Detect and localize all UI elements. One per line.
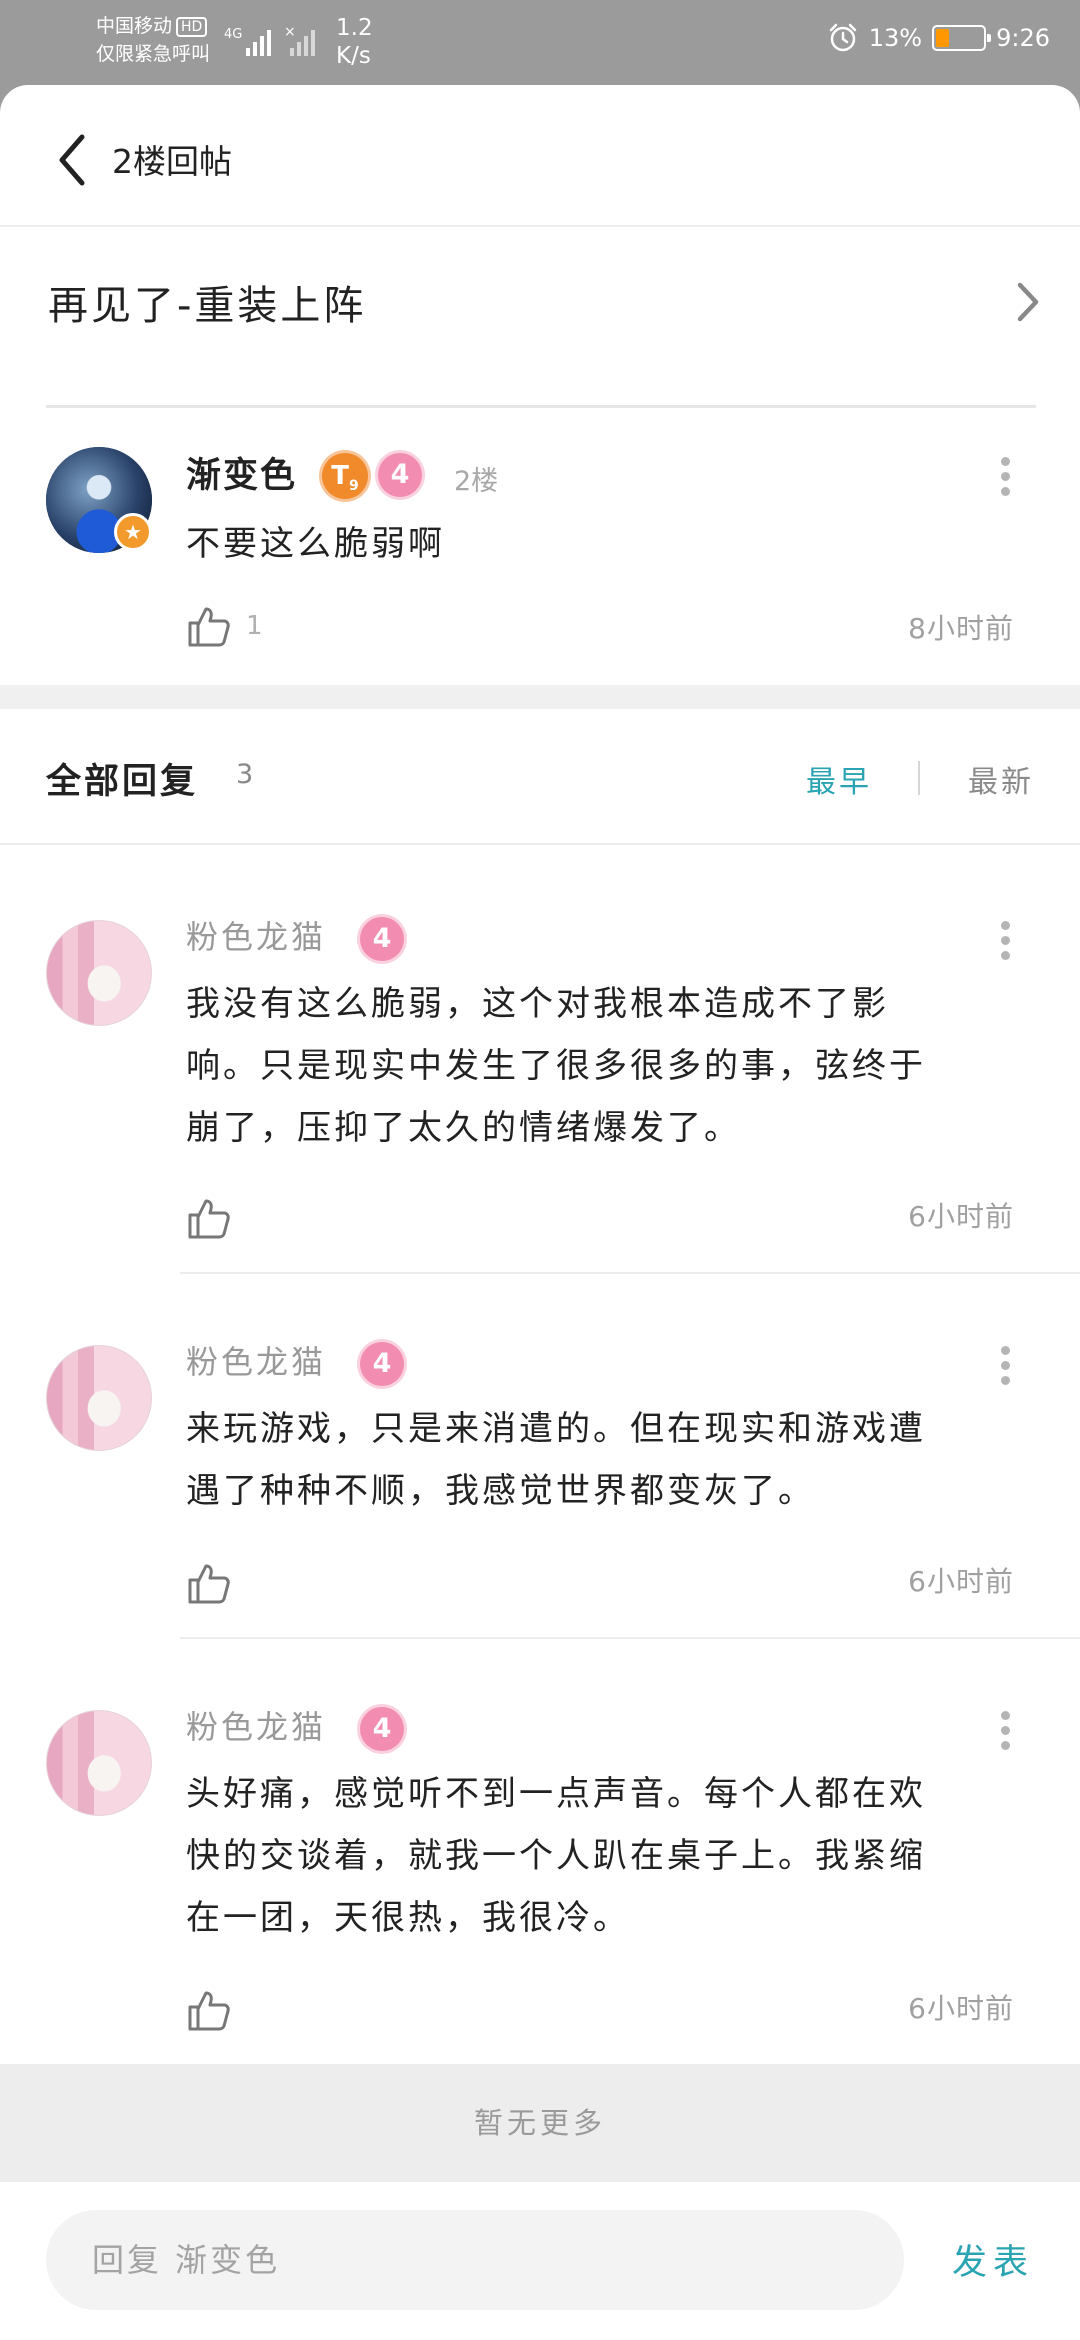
alarm-icon	[829, 23, 856, 52]
divider	[918, 761, 920, 795]
page-title: 2楼回帖	[112, 142, 232, 181]
more-options-button[interactable]	[990, 1342, 1020, 1388]
avatar[interactable]	[46, 1710, 152, 1816]
post-title: 再见了-重装上阵	[48, 283, 367, 329]
svg-text:4G: 4G	[224, 27, 242, 42]
sort-newest-tab[interactable]: 最新	[968, 757, 1034, 801]
section-gap	[0, 685, 1080, 709]
like-button[interactable]	[186, 1195, 232, 1241]
clock: 9:26	[996, 24, 1050, 52]
battery-percent: 13%	[868, 24, 923, 52]
more-options-button[interactable]	[990, 1707, 1020, 1753]
reply-input[interactable]	[46, 2210, 904, 2310]
avatar[interactable]	[46, 920, 152, 1026]
thumbs-up-icon	[188, 1564, 230, 1604]
like-button[interactable]	[186, 603, 232, 649]
carrier-name: 中国移动	[96, 15, 173, 37]
level-badge: 4	[360, 917, 404, 961]
chevron-right-icon	[1012, 277, 1042, 331]
back-arrow-icon	[59, 134, 85, 186]
timestamp: 6小时前	[908, 1200, 1014, 1233]
original-post-link[interactable]: 再见了-重装上阵	[0, 227, 1080, 357]
svg-text:×: ×	[284, 24, 296, 40]
title-badge: T9	[322, 453, 368, 499]
level-badge: 4	[378, 453, 422, 497]
reply-username[interactable]: 粉色龙猫	[186, 1337, 326, 1383]
battery-icon	[932, 25, 992, 51]
timestamp: 6小时前	[908, 1565, 1014, 1598]
divider	[180, 1272, 1080, 1274]
status-right: 13% 9:26	[827, 22, 1050, 54]
timestamp: 8小时前	[908, 612, 1014, 645]
top-bar: 2楼回帖	[0, 85, 1080, 227]
status-bar: 中国移动 HD 仅限紧急呼叫 4G × 1.2 K/s 13% 9:26	[0, 0, 1080, 88]
like-button[interactable]	[186, 1987, 232, 2033]
thumbs-up-icon	[188, 607, 230, 647]
no-more-label: 暂无更多	[0, 2064, 1080, 2182]
level-badge: 4	[360, 1342, 404, 1386]
signal-icon: 4G ×	[222, 22, 322, 66]
thumbs-up-icon	[188, 1199, 230, 1239]
reply-detail-sheet: 2楼回帖 再见了-重装上阵 ★ 渐变色 T9 4 2楼 不要这么脆弱啊 1 8小…	[0, 85, 1080, 2340]
back-button[interactable]	[52, 125, 112, 195]
floor-label: 2楼	[454, 466, 499, 497]
reply-username[interactable]: 粉色龙猫	[186, 1702, 326, 1748]
replies-title: 全部回复	[46, 762, 199, 802]
reply-username[interactable]: 粉色龙猫	[186, 912, 326, 958]
avatar[interactable]: ★	[46, 447, 152, 553]
divider	[46, 405, 1036, 408]
send-button[interactable]: 发表	[952, 2234, 1034, 2285]
replies-count: 3	[236, 759, 254, 790]
reply-text: 我没有这么脆弱，这个对我根本造成不了影 响。只是现实中发生了很多很多的事，弦终于…	[186, 984, 926, 1148]
more-options-button[interactable]	[990, 917, 1020, 963]
network-speed: 1.2 K/s	[336, 15, 373, 69]
carrier-status: 仅限紧急呼叫	[96, 43, 211, 65]
thumbs-up-icon	[188, 1991, 230, 2031]
more-options-button[interactable]	[990, 453, 1020, 499]
like-button[interactable]	[186, 1560, 232, 1606]
avatar[interactable]	[46, 1345, 152, 1451]
star-badge-icon: ★	[114, 513, 152, 551]
carrier-info: 中国移动 HD 仅限紧急呼叫	[96, 12, 210, 68]
sort-earliest-tab[interactable]: 最早	[806, 757, 872, 801]
username[interactable]: 渐变色	[186, 447, 297, 498]
divider	[180, 1637, 1080, 1639]
reply-text: 头好痛，感觉听不到一点声音。每个人都在欢 快的交谈着，就我一个人趴在桌子上。我紧…	[186, 1774, 926, 1938]
hd-badge: HD	[176, 16, 208, 37]
timestamp: 6小时前	[908, 1992, 1014, 2025]
level-badge: 4	[360, 1707, 404, 1751]
reply-text: 来玩游戏，只是来消遣的。但在现实和游戏遭 遇了种种不顺，我感觉世界都变灰了。	[186, 1409, 926, 1511]
reply-bar: 发表	[0, 2182, 1080, 2340]
like-count: 1	[246, 611, 263, 641]
comment-text: 不要这么脆弱啊	[186, 524, 445, 564]
replies-header: 全部回复 3 最早 最新	[0, 709, 1080, 845]
